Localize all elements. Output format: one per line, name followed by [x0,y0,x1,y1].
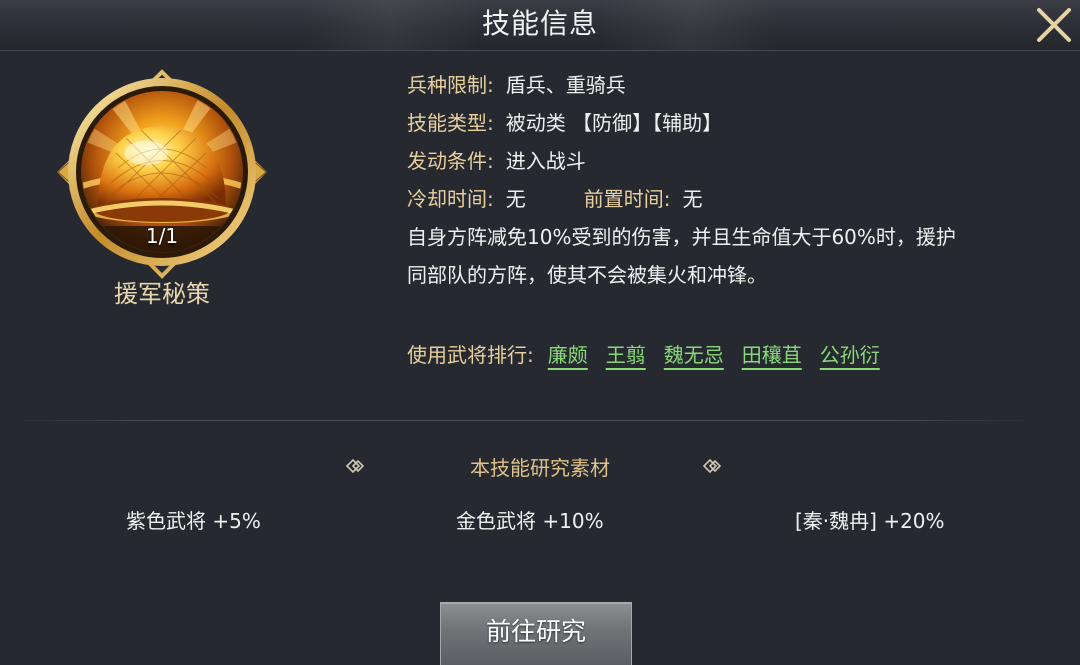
skill-type-label: 技能类型: [407,111,494,135]
close-button[interactable] [1028,0,1080,50]
trigger-condition-label: 发动条件: [407,149,494,173]
troop-restriction-value: 盾兵、重骑兵 [505,73,626,97]
general-link[interactable]: 田穰苴 [742,343,802,367]
trigger-condition-row: 发动条件: 进入战斗 [407,142,1047,180]
general-link[interactable]: 公孙衍 [820,343,880,367]
cooldown-row: 冷却时间: 无前置时间: 无 [407,180,1047,218]
cooldown-value: 无 [505,187,526,211]
precast-time-value: 无 [682,187,703,211]
golden-shield-dome-icon [57,69,267,279]
skill-description-line: 自身方阵减免10%受到的伤害，并且生命值大于60%时，援护 [407,225,956,249]
skill-details: 兵种限制: 盾兵、重骑兵 技能类型: 被动类 【防御】【辅助】 发动条件: 进入战斗 … [407,66,1047,294]
cooldown-label: 冷却时间: [407,187,494,211]
research-materials-title: 本技能研究素材 [470,456,610,480]
title-bar: 技能信息 [0,0,1080,51]
material-item: 紫色武将 +5% [126,509,261,533]
go-research-button[interactable]: 前往研究 [440,602,632,665]
general-link[interactable]: 廉颇 [548,343,588,367]
troop-restriction-row: 兵种限制: 盾兵、重骑兵 [407,66,1047,104]
section-divider [8,420,1038,421]
skill-description-line: 同部队的方阵，使其不会被集火和冲锋。 [407,263,767,287]
skill-info-panel: 技能信息 1/1 援军秘策 兵种限制: 盾兵、重骑兵 技能类型: 被动类 【防御… [0,0,1080,665]
material-item: [秦·魏冉] +20% [795,509,945,533]
general-ranking-label: 使用武将排行: [407,343,534,367]
skill-type-row: 技能类型: 被动类 【防御】【辅助】 [407,104,1047,142]
skill-description: 自身方阵减免10%受到的伤害，并且生命值大于60%时，援护 同部队的方阵，使其不… [407,218,1043,294]
material-item: 金色武将 +10% [456,509,604,533]
trigger-condition-value: 进入战斗 [505,149,586,173]
close-icon[interactable] [1034,5,1074,45]
panel-title: 技能信息 [481,7,598,40]
general-link[interactable]: 魏无忌 [664,343,724,367]
skill-name: 援军秘策 [114,280,210,308]
general-link[interactable]: 王翦 [606,343,646,367]
skill-level: 1/1 [145,224,179,248]
diamond-ornament-icon [702,458,722,474]
troop-restriction-label: 兵种限制: [407,73,494,97]
skill-type-value: 被动类 【防御】【辅助】 [505,111,723,135]
precast-time-label: 前置时间: [583,187,671,211]
general-ranking: 使用武将排行: 廉颇 王翦 魏无忌 田穰苴 公孙衍 [407,336,880,374]
